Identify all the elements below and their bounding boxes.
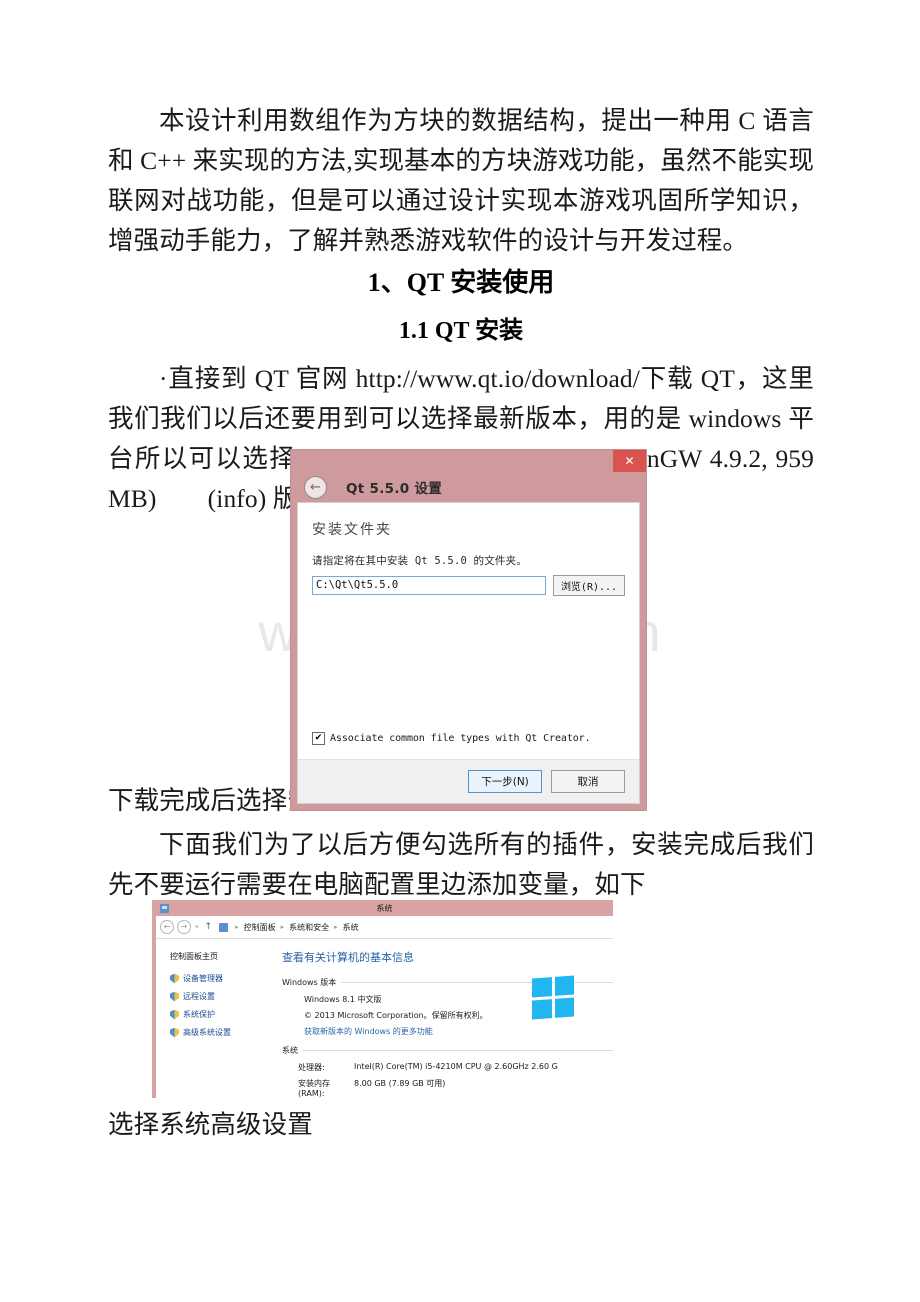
sidebar-heading[interactable]: 控制面板主页 — [170, 951, 274, 962]
paragraph-3: 下面我们为了以后方便勾选所有的插件，安装完成后我们先不要运行需要在电脑配置里边添… — [108, 830, 814, 899]
heading-block-2: 1.1 QT 安装 — [108, 311, 814, 351]
document-page: 本设计利用数组作为方块的数据结构，提出一种用 C 语言和 C++ 来实现的方法,… — [0, 0, 920, 1302]
paragraph-1: 本设计利用数组作为方块的数据结构，提出一种用 C 语言和 C++ 来实现的方法,… — [108, 106, 814, 255]
qt-path-row: C:\Qt\Qt5.5.0 浏览(R)... — [312, 575, 625, 596]
cancel-button[interactable]: 取消 — [551, 770, 625, 793]
breadcrumb-sep-2: ▸ — [334, 923, 338, 931]
up-icon[interactable]: ↑ — [205, 922, 213, 932]
row-value: Intel(R) Core(TM) i5-4210M CPU @ 2.60GHz… — [354, 1062, 558, 1071]
shield-icon — [170, 973, 179, 984]
caption-2: 选择系统高级设置 — [108, 1110, 313, 1139]
sidebar-item-label: 设备管理器 — [183, 974, 223, 983]
system-window-title-bar: 系统 — [156, 900, 613, 916]
shield-icon — [170, 991, 179, 1002]
sidebar-item-label: 远程设置 — [183, 992, 215, 1001]
table-row: 处理器: Intel(R) Core(TM) i5-4210M CPU @ 2.… — [282, 1062, 613, 1073]
close-icon[interactable]: ✕ — [613, 450, 646, 472]
breadcrumb-item-2[interactable]: 系统 — [343, 922, 359, 933]
system-section-label: 系统 — [282, 1046, 298, 1055]
back-icon[interactable]: ← — [160, 920, 174, 934]
shield-icon — [170, 1027, 179, 1038]
table-row: 安装内存(RAM): 8.00 GB (7.89 GB 可用) — [282, 1078, 613, 1098]
associate-file-types-label: Associate common file types with Qt Crea… — [330, 733, 591, 744]
more-features-link[interactable]: 获取新版本的 Windows 的更多功能 — [304, 1026, 613, 1037]
windows-edition-section-label: Windows 版本 — [282, 978, 337, 987]
system-content: 控制面板主页 设备管理器 远程设置 系统保护 高级系统设置 查看有关计算机的基本… — [156, 939, 613, 1098]
page-heading-2: 1.1 QT 安装 — [398, 318, 524, 344]
system-sidebar: 控制面板主页 设备管理器 远程设置 系统保护 高级系统设置 — [156, 939, 274, 1098]
back-arrow-icon[interactable]: ← — [304, 475, 327, 499]
qt-section-heading: 安装文件夹 — [312, 522, 392, 538]
heading-block-1: 1、QT 安装使用 — [108, 263, 814, 303]
section-divider — [303, 1050, 613, 1051]
associate-file-types-row[interactable]: ✔ Associate common file types with Qt Cr… — [312, 732, 591, 745]
qt-dialog-footer: 下一步(N) 取消 — [298, 759, 639, 803]
sidebar-item-advanced-system-settings[interactable]: 高级系统设置 — [170, 1027, 274, 1038]
system-section-header: 系统 — [282, 1045, 613, 1056]
windows-logo-icon — [532, 975, 574, 1020]
breadcrumb-sep-0: ▸ — [235, 923, 239, 931]
forward-icon[interactable]: → — [177, 920, 191, 934]
recent-locations-icon[interactable]: ▾ — [195, 923, 199, 931]
breadcrumb-item-0[interactable]: 控制面板 — [244, 922, 276, 933]
qt-dialog-main: 安装文件夹 请指定将在其中安装 Qt 5.5.0 的文件夹。 C:\Qt\Qt5… — [298, 503, 639, 759]
sidebar-item-device-manager[interactable]: 设备管理器 — [170, 973, 274, 984]
row-key: 处理器: — [298, 1063, 325, 1072]
page-heading-1: 1、QT 安装使用 — [367, 268, 555, 297]
install-path-input[interactable]: C:\Qt\Qt5.5.0 — [312, 576, 546, 595]
sidebar-item-label: 系统保护 — [183, 1010, 215, 1019]
breadcrumb-root-icon — [219, 922, 229, 932]
qt-dialog-title: Qt 5.5.0 设置 — [346, 481, 443, 497]
system-main-content: 查看有关计算机的基本信息 Windows 版本 Windows 8.1 中文版 … — [274, 939, 613, 1098]
system-panel-screenshot: 系统 ← → ▾ ↑ ▸ 控制面板 ▸ 系统和安全 ▸ 系统 控制面板主页 设备… — [152, 900, 613, 1098]
sidebar-item-system-protection[interactable]: 系统保护 — [170, 1009, 274, 1020]
system-content-heading: 查看有关计算机的基本信息 — [282, 951, 414, 964]
address-bar: ← → ▾ ↑ ▸ 控制面板 ▸ 系统和安全 ▸ 系统 — [156, 916, 613, 939]
qt-installer-screenshot: ✕ ← Qt 5.5.0 设置 安装文件夹 请指定将在其中安装 Qt 5.5.0… — [290, 449, 647, 811]
breadcrumb-sep-1: ▸ — [280, 923, 285, 931]
breadcrumb-item-1[interactable]: 系统和安全 — [289, 922, 329, 933]
qt-title-bar: ✕ ← Qt 5.5.0 设置 — [291, 450, 646, 502]
qt-dialog-body: 安装文件夹 请指定将在其中安装 Qt 5.5.0 的文件夹。 C:\Qt\Qt5… — [297, 502, 640, 804]
browse-button[interactable]: 浏览(R)... — [553, 575, 625, 596]
system-window-title: 系统 — [376, 903, 393, 913]
paragraph-block-3: 下面我们为了以后方便勾选所有的插件，安装完成后我们先不要运行需要在电脑配置里边添… — [108, 825, 814, 905]
qt-header-row: ← Qt 5.5.0 设置 — [291, 472, 646, 502]
sidebar-item-remote-settings[interactable]: 远程设置 — [170, 991, 274, 1002]
sidebar-item-label: 高级系统设置 — [183, 1028, 231, 1037]
checkbox-icon[interactable]: ✔ — [312, 732, 325, 745]
next-button[interactable]: 下一步(N) — [468, 770, 542, 793]
row-value: 8.00 GB (7.89 GB 可用) — [354, 1079, 446, 1088]
qt-instruction-text: 请指定将在其中安装 Qt 5.5.0 的文件夹。 — [312, 555, 528, 567]
paragraph-block-1: 本设计利用数组作为方块的数据结构，提出一种用 C 语言和 C++ 来实现的方法,… — [108, 101, 814, 261]
caption-block-2: 选择系统高级设置 — [108, 1105, 814, 1145]
row-key: 安装内存(RAM): — [298, 1079, 330, 1098]
shield-icon — [170, 1009, 179, 1020]
